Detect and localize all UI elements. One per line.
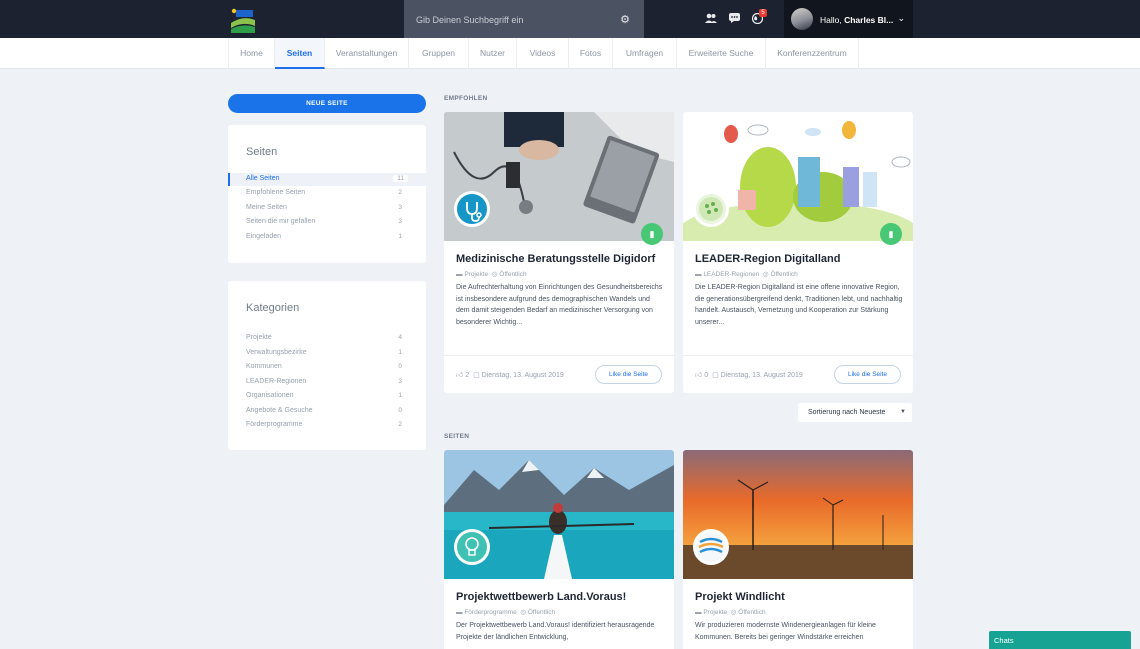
wind-logo-icon: [693, 529, 729, 565]
featured-section-label: EMPFOHLEN: [444, 95, 488, 102]
avatar: [791, 8, 813, 30]
globe-icon: ◎: [762, 271, 769, 278]
card-description: Der Projektwettbewerb Land.Voraus! ident…: [456, 622, 655, 641]
card-title[interactable]: Medizinische Beratungsstelle Digidorf: [456, 253, 655, 265]
categories-panel: Kategorien Projekte 4 Verwaltungsbezirke 1…: [228, 281, 426, 450]
featured-bookmark-icon: ▮: [641, 223, 663, 245]
nav-item-fotos[interactable]: Fotos: [569, 38, 613, 69]
calendar-icon: ▢: [473, 372, 480, 379]
card-description: Die Aufrechterhaltung von Einrichtungen …: [456, 284, 663, 326]
search-input[interactable]: Gib Deinen Suchbegriff ein ⚙: [404, 0, 644, 38]
globe-icon: ◎: [491, 271, 498, 278]
site-logo[interactable]: [229, 7, 256, 33]
card-description: Die LEADER-Region Digitalland ist eine o…: [695, 284, 903, 326]
nav-item-veranstaltungen[interactable]: Veranstaltungen: [325, 38, 409, 69]
settings-gear-icon[interactable]: ⚙: [620, 13, 630, 26]
nav-item-home[interactable]: Home: [228, 38, 275, 69]
notification-badge: 5: [759, 9, 767, 17]
new-page-button[interactable]: NEUE SEITE: [228, 94, 426, 113]
nav-item-videos[interactable]: Videos: [517, 38, 569, 69]
category-item[interactable]: Angebote & Gesuche 0: [228, 405, 426, 418]
folder-icon: ▬: [456, 609, 463, 616]
card-stats: 👍︎ 0 ▢ Dienstag, 13. August 2019: [695, 372, 803, 379]
pages-filter-panel: Seiten Alle Seiten 11 Empfohlene Seiten 2 …: [228, 125, 426, 263]
folder-icon: ▬: [695, 271, 702, 278]
search-placeholder: Gib Deinen Suchbegriff ein: [416, 15, 524, 25]
pages-filter-item[interactable]: Eingeladen 1: [228, 231, 426, 244]
card-meta: ▬ Projekte ◎ Öffentlich: [456, 271, 527, 278]
page-card[interactable]: Projektwettbewerb Land.Voraus! ▬ Förderp…: [444, 450, 674, 649]
page-card[interactable]: ▮ LEADER-Region Digitalland ▬ LEADER-Reg…: [683, 112, 913, 393]
category-item[interactable]: Kommunen 0: [228, 361, 426, 374]
card-meta: ▬ Förderprogramme ◎ Öffentlich: [456, 609, 556, 616]
nav-item-konferenzzentrum[interactable]: Konferenzzentrum: [766, 38, 859, 69]
nav-item-gruppen[interactable]: Gruppen: [409, 38, 469, 69]
sort-label: Sortierung nach Neueste: [808, 409, 886, 416]
folder-icon: ▬: [695, 609, 702, 616]
nav-item-umfragen[interactable]: Umfragen: [613, 38, 677, 69]
nav-item-seiten[interactable]: Seiten: [275, 38, 325, 69]
card-title[interactable]: LEADER-Region Digitalland: [695, 253, 840, 265]
card-title[interactable]: Projektwettbewerb Land.Voraus!: [456, 591, 626, 603]
pages-filter-item[interactable]: Seiten die mir gefallen 3: [228, 216, 426, 229]
chevron-down-icon: ⌄: [897, 13, 905, 23]
globe-icon: ◎: [730, 609, 737, 616]
stethoscope-icon: [454, 191, 490, 227]
card-meta: ▬ LEADER-Regionen ◎ Öffentlich: [695, 271, 798, 278]
friends-icon[interactable]: [705, 13, 717, 26]
pages-panel-title: Seiten: [246, 146, 278, 158]
category-item[interactable]: Projekte 4: [228, 332, 426, 345]
nav-item-nutzer[interactable]: Nutzer: [469, 38, 517, 69]
page-card[interactable]: Projekt Windlicht ▬ Projekte ◎ Öffentlic…: [683, 450, 913, 649]
category-item[interactable]: LEADER-Regionen 3: [228, 376, 426, 389]
pages-filter-item[interactable]: Meine Seiten 3: [228, 202, 426, 215]
user-name: Charles Bl...: [844, 15, 894, 25]
caret-down-icon: ▼: [900, 409, 906, 415]
top-bar: Gib Deinen Suchbegriff ein ⚙ 5 Hallo, Ch…: [0, 0, 1140, 38]
lightbulb-icon: [454, 529, 490, 565]
card-title[interactable]: Projekt Windlicht: [695, 591, 785, 603]
pages-filter-item[interactable]: Alle Seiten 11: [228, 173, 426, 186]
calendar-icon: ▢: [712, 372, 719, 379]
sort-select[interactable]: Sortierung nach Neueste ▼: [798, 403, 912, 422]
categories-panel-title: Kategorien: [246, 302, 300, 314]
pages-filter-item[interactable]: Empfohlene Seiten 2: [228, 187, 426, 200]
category-item[interactable]: Organisationen 1: [228, 390, 426, 403]
main-nav: Home Seiten Veranstaltungen Gruppen Nutz…: [0, 38, 1140, 69]
page-card[interactable]: ▮ Medizinische Beratungsstelle Digidorf …: [444, 112, 674, 393]
folder-icon: ▬: [456, 271, 463, 278]
chats-button[interactable]: Chats: [989, 631, 1131, 649]
featured-bookmark-icon: ▮: [880, 223, 902, 245]
category-item[interactable]: Förderprogramme 2: [228, 419, 426, 432]
user-greeting: Hallo, Charles Bl...: [820, 15, 894, 25]
region-map-icon: [693, 191, 729, 227]
category-item[interactable]: Verwaltungsbezirke 1: [228, 347, 426, 360]
card-stats: 👍︎ 2 ▢ Dienstag, 13. August 2019: [456, 372, 564, 379]
messages-icon[interactable]: [729, 13, 740, 26]
card-footer: 👍︎ 0 ▢ Dienstag, 13. August 2019 Like di…: [683, 355, 913, 393]
globe-icon: ◎: [520, 609, 526, 616]
user-menu[interactable]: Hallo, Charles Bl... ⌄: [784, 0, 913, 38]
card-footer: 👍︎ 2 ▢ Dienstag, 13. August 2019 Like di…: [444, 355, 674, 393]
thumb-up-icon: 👍︎: [456, 372, 464, 379]
pages-section-label: SEITEN: [444, 433, 470, 440]
card-meta: ▬ Projekte ◎ Öffentlich: [695, 609, 766, 616]
card-description: Wir produzieren modernste Windenergieanl…: [695, 622, 876, 641]
like-page-button[interactable]: Like die Seite: [834, 365, 901, 384]
nav-item-erweiterte-suche[interactable]: Erweiterte Suche: [677, 38, 766, 69]
like-page-button[interactable]: Like die Seite: [595, 365, 662, 384]
thumb-up-icon: 👍︎: [695, 372, 703, 379]
